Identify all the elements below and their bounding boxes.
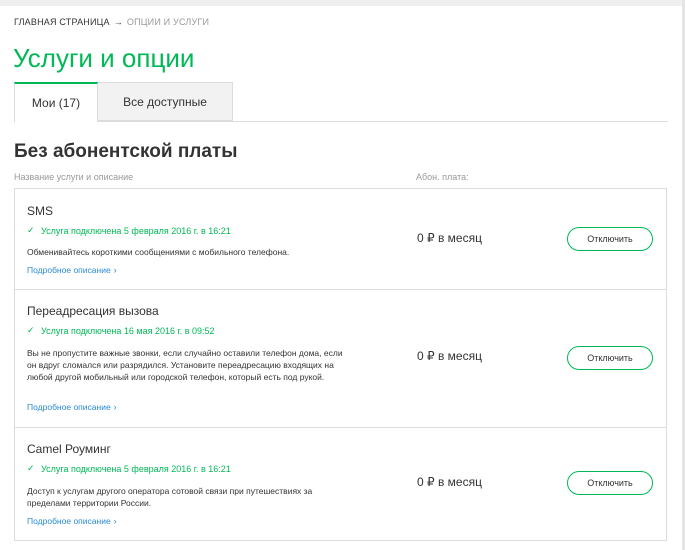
service-row-sms: SMS ✓ Услуга подключена 5 февраля 2016 г… xyxy=(14,189,667,290)
section-title: Без абонентской платы xyxy=(14,141,238,162)
service-row-call-forwarding: Переадресация вызова ✓ Услуга подключена… xyxy=(14,290,667,428)
column-header-name: Название услуги и описание xyxy=(14,172,134,182)
details-link[interactable]: Подробное описание › xyxy=(27,265,117,275)
service-name: Переадресация вызова xyxy=(27,304,159,318)
service-row-camel-roaming: Camel Роуминг ✓ Услуга подключена 5 февр… xyxy=(14,428,667,541)
breadcrumb-home-link[interactable]: ГЛАВНАЯ СТРАНИЦА xyxy=(14,17,110,27)
details-link-label[interactable]: Подробное описание xyxy=(27,265,111,275)
chevron-right-icon: › xyxy=(113,265,117,275)
service-price: 0 ₽ в месяц xyxy=(417,349,482,363)
service-name: SMS xyxy=(27,204,54,218)
tab-all-available[interactable]: Все доступные xyxy=(98,82,233,121)
details-link-label[interactable]: Подробное описание xyxy=(27,402,111,412)
breadcrumb: ГЛАВНАЯ СТРАНИЦА → ОПЦИИ И УСЛУГИ xyxy=(14,17,209,27)
disconnect-button[interactable]: Отключить xyxy=(567,346,653,370)
service-name: Camel Роуминг xyxy=(27,442,111,456)
page-title: Услуги и опции xyxy=(13,43,195,73)
details-link[interactable]: Подробное описание › xyxy=(27,402,117,412)
details-link-label[interactable]: Подробное описание xyxy=(27,516,111,526)
tab-divider xyxy=(14,121,668,122)
tab-bar: Мои (17) Все доступные xyxy=(14,82,668,122)
breadcrumb-arrow-icon: → xyxy=(113,17,123,27)
service-status: ✓ Услуга подключена 5 февраля 2016 г. в … xyxy=(27,463,231,474)
service-description: Доступ к услугам другого оператора сотов… xyxy=(27,486,313,508)
disconnect-button[interactable]: Отключить xyxy=(567,227,653,251)
top-frame-strip xyxy=(0,0,685,6)
breadcrumb-current: ОПЦИИ И УСЛУГИ xyxy=(126,17,210,27)
column-header-fee: Абон. плата: xyxy=(416,172,469,182)
service-status-text: Услуга подключена 5 февраля 2016 г. в 16… xyxy=(41,225,231,236)
service-status: ✓ Услуга подключена 16 мая 2016 г. в 09:… xyxy=(27,325,215,336)
service-price: 0 ₽ в месяц xyxy=(417,475,482,489)
service-status-text: Услуга подключена 16 мая 2016 г. в 09:52 xyxy=(41,325,215,336)
check-icon: ✓ xyxy=(27,463,35,473)
details-link[interactable]: Подробное описание › xyxy=(27,516,117,526)
service-status: ✓ Услуга подключена 5 февраля 2016 г. в … xyxy=(27,225,231,236)
chevron-right-icon: › xyxy=(113,516,117,526)
check-icon: ✓ xyxy=(27,325,35,335)
service-description: Вы не пропустите важные звонки, если слу… xyxy=(27,348,343,382)
services-list: SMS ✓ Услуга подключена 5 февраля 2016 г… xyxy=(14,188,667,541)
disconnect-button[interactable]: Отключить xyxy=(567,471,653,495)
check-icon: ✓ xyxy=(27,225,35,235)
tab-my[interactable]: Мои (17) xyxy=(14,82,98,122)
service-price: 0 ₽ в месяц xyxy=(417,231,482,245)
service-description: Обменивайтесь короткими сообщениями с мо… xyxy=(27,247,290,257)
chevron-right-icon: › xyxy=(113,402,117,412)
service-status-text: Услуга подключена 5 февраля 2016 г. в 16… xyxy=(41,463,231,474)
